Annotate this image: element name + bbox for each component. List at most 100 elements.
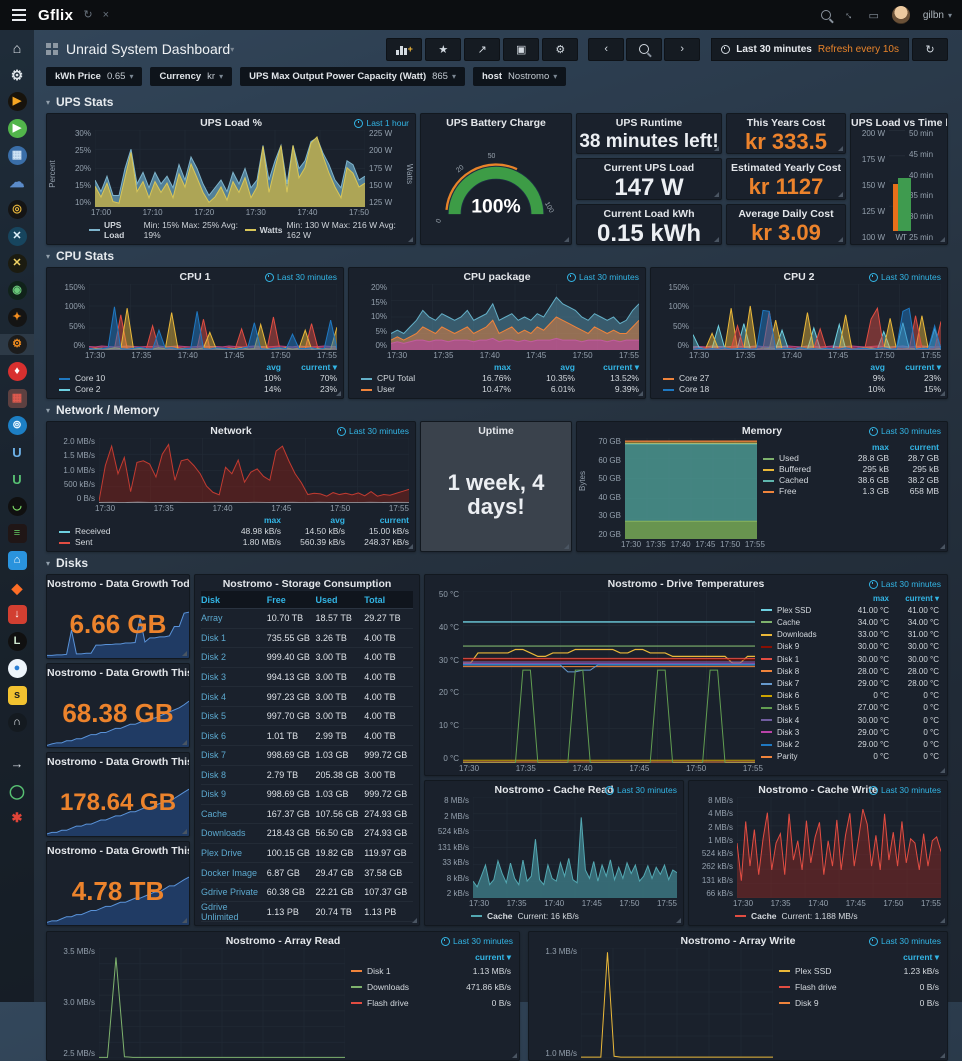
legend-series[interactable]: Free bbox=[763, 486, 839, 497]
chart-plot[interactable] bbox=[95, 130, 365, 207]
legend-series[interactable]: Core 18 bbox=[663, 384, 829, 395]
chart-plot[interactable] bbox=[99, 948, 345, 1058]
monitor-icon[interactable]: ▭ bbox=[868, 9, 878, 22]
shield-icon[interactable]: ♦ bbox=[0, 361, 34, 382]
legend-series[interactable]: Cache bbox=[761, 617, 839, 628]
save-button[interactable]: ▣ bbox=[503, 38, 539, 61]
legend-series[interactable]: User bbox=[361, 384, 447, 395]
menu-toggle-icon[interactable] bbox=[10, 7, 28, 23]
avatar[interactable] bbox=[892, 6, 910, 24]
app-icon-red-download[interactable]: ↓ bbox=[0, 604, 34, 625]
app-icon-orange-play[interactable]: ▶ bbox=[0, 91, 34, 112]
settings-button[interactable]: ⚙ bbox=[542, 38, 578, 61]
legend-series[interactable]: Used bbox=[763, 453, 839, 464]
disk-link[interactable]: Disk 6 bbox=[201, 731, 267, 741]
panel-time-badge[interactable]: Last 30 minutes bbox=[337, 426, 409, 436]
legend-series[interactable]: Disk 8 bbox=[761, 666, 839, 677]
chevron-down-icon[interactable]: ▾ bbox=[230, 45, 234, 54]
disk-link[interactable]: Disk 8 bbox=[201, 770, 267, 780]
legend-series[interactable]: Disk 1 bbox=[351, 966, 449, 977]
panel-time-badge[interactable]: Last 30 minutes bbox=[869, 272, 941, 282]
panel-title[interactable]: Uptime bbox=[421, 422, 571, 438]
panel-title[interactable]: UPS Load vs Time left bbox=[851, 114, 947, 130]
app-icon-green-rings[interactable]: ◉ bbox=[0, 280, 34, 301]
chart-plot[interactable] bbox=[625, 438, 757, 539]
chart-plot[interactable] bbox=[89, 284, 337, 350]
refresh-dashboard-button[interactable]: ↻ bbox=[912, 38, 948, 61]
variable-dropdown[interactable]: UPS Max Output Power Capacity (Watt) 865… bbox=[240, 67, 465, 86]
chart-plot[interactable] bbox=[463, 591, 755, 763]
search-icon[interactable] bbox=[821, 10, 831, 20]
chart-plot[interactable] bbox=[693, 284, 941, 350]
app-icon-green-play[interactable]: ▶ bbox=[0, 118, 34, 139]
legend-series[interactable]: CPU Total bbox=[361, 373, 447, 384]
settings-gear-icon[interactable]: ⚙ bbox=[0, 64, 34, 85]
section-header-cpu[interactable]: ▾ CPU Stats bbox=[46, 248, 948, 264]
app-icon-yellow-cross[interactable]: ✕ bbox=[0, 253, 34, 274]
sign-out-icon[interactable]: → bbox=[0, 753, 34, 774]
app-icon-search-magnifier[interactable]: ◎ bbox=[0, 199, 34, 220]
disk-link[interactable]: Disk 5 bbox=[201, 711, 267, 721]
chart-plot[interactable] bbox=[473, 797, 677, 898]
legend-series[interactable]: Core 10 bbox=[59, 373, 225, 384]
legend-series[interactable]: Disk 9 bbox=[779, 998, 877, 1009]
chart-plot[interactable] bbox=[581, 948, 773, 1058]
app-icon-sub[interactable]: s bbox=[0, 685, 34, 706]
disk-link[interactable]: Disk 9 bbox=[201, 789, 267, 799]
page-title[interactable]: Unraid System Dashboard bbox=[66, 41, 230, 57]
panel-title[interactable]: Current Load kWh bbox=[577, 205, 721, 221]
panel-time-badge[interactable]: Last 30 minutes bbox=[869, 785, 941, 795]
variable-dropdown[interactable]: kWh Price 0.65▾ bbox=[46, 67, 142, 86]
panel-title[interactable]: Estimated Yearly Cost bbox=[727, 159, 845, 175]
legend-series[interactable]: Disk 2 bbox=[761, 739, 839, 750]
legend-series[interactable]: Disk 3 bbox=[761, 727, 839, 738]
disk-link[interactable]: Disk 3 bbox=[201, 672, 267, 682]
refresh-icon[interactable]: ↻ bbox=[83, 10, 92, 21]
chart-plot[interactable] bbox=[391, 284, 639, 350]
legend-series[interactable]: Core 27 bbox=[663, 373, 829, 384]
panel-time-badge[interactable]: Last 30 minutes bbox=[869, 936, 941, 946]
app-icon-blue-home[interactable]: ⌂ bbox=[0, 550, 34, 571]
legend-series[interactable]: Disk 5 bbox=[761, 702, 839, 713]
disk-link[interactable]: Cache bbox=[201, 809, 267, 819]
legend-series[interactable]: Downloads bbox=[761, 629, 839, 640]
disk-link[interactable]: Plex Drive bbox=[201, 848, 267, 858]
app-icon-red-wheel[interactable]: ✱ bbox=[0, 807, 34, 828]
app-icon-blue-media[interactable]: ▦ bbox=[0, 145, 34, 166]
github-icon[interactable]: ◯ bbox=[0, 780, 34, 801]
legend-series[interactable]: Flash drive bbox=[351, 998, 449, 1009]
disk-link[interactable]: Disk 7 bbox=[201, 750, 267, 760]
panel-title[interactable]: Nostromo - Storage Consumption bbox=[195, 575, 419, 591]
share-button[interactable]: ↗ bbox=[464, 38, 500, 61]
legend-series[interactable]: Received bbox=[59, 526, 217, 537]
legend-series[interactable]: Disk 7 bbox=[761, 678, 839, 689]
app-icon-blue-u[interactable]: U bbox=[0, 442, 34, 463]
section-header-netmem[interactable]: ▾ Network / Memory bbox=[46, 402, 948, 418]
app-icon-lazy-library[interactable]: L bbox=[0, 631, 34, 652]
legend-series[interactable]: Downloads bbox=[351, 982, 449, 993]
panel-time-badge[interactable]: Last 30 minutes bbox=[265, 272, 337, 282]
app-icon-blue-cross[interactable]: ✕ bbox=[0, 226, 34, 247]
gitlab-icon[interactable]: ◆ bbox=[0, 577, 34, 598]
disk-link[interactable]: Disk 1 bbox=[201, 633, 267, 643]
app-icon-red-cluster[interactable]: ▦ bbox=[0, 388, 34, 409]
panel-time-badge[interactable]: Last 30 minutes bbox=[869, 426, 941, 436]
variable-dropdown[interactable]: host Nostromo▾ bbox=[473, 67, 566, 86]
legend-series[interactable]: Disk 1 bbox=[761, 654, 839, 665]
apps-grid-icon[interactable] bbox=[46, 43, 58, 55]
disk-link[interactable]: Gdrive Private bbox=[201, 887, 267, 897]
time-range-picker[interactable]: Last 30 minutes Refresh every 10s bbox=[711, 38, 909, 61]
legend-series[interactable]: Plex SSD bbox=[779, 966, 877, 977]
legend-series[interactable]: Disk 6 bbox=[761, 690, 839, 701]
zoom-out-button[interactable] bbox=[626, 38, 662, 61]
panel-time-badge[interactable]: Last 30 minutes bbox=[605, 785, 677, 795]
variable-dropdown[interactable]: Currency kr▾ bbox=[150, 67, 232, 86]
legend-series[interactable]: Disk 4 bbox=[761, 715, 839, 726]
time-forward-button[interactable]: › bbox=[664, 38, 700, 61]
legend-series[interactable]: Flash drive bbox=[779, 982, 877, 993]
legend-series[interactable]: Sent bbox=[59, 537, 217, 548]
panel-title[interactable]: Nostromo - Data Growth Today bbox=[47, 575, 189, 591]
panel-title[interactable]: Nostromo - Data Growth This Year bbox=[47, 842, 189, 858]
app-icon-network-graph[interactable]: ✦ bbox=[0, 307, 34, 328]
time-back-button[interactable]: ‹ bbox=[588, 38, 624, 61]
